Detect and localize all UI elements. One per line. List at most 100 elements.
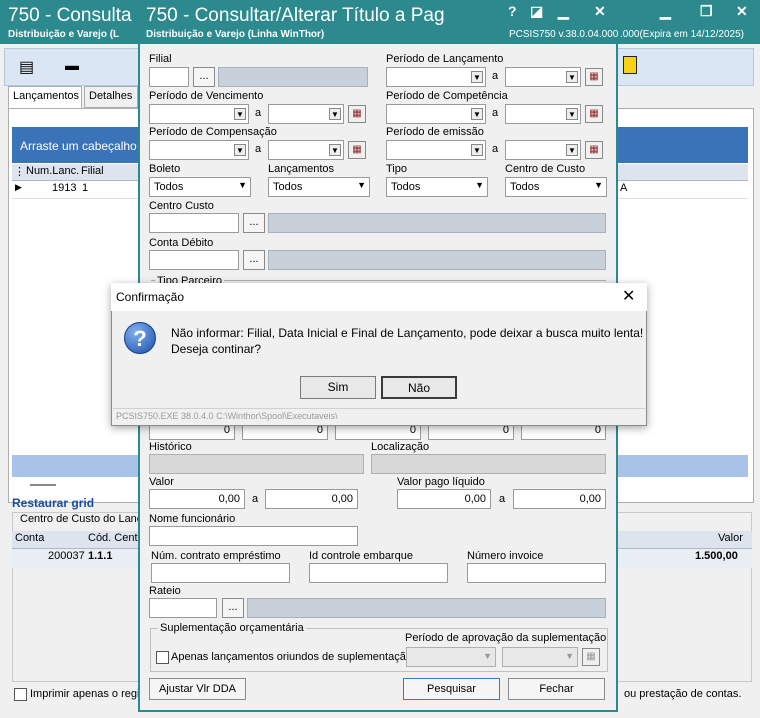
column-chooser-icon[interactable]: ⋮ <box>14 165 25 178</box>
compensacao-start-date[interactable]: ▼ <box>149 140 249 160</box>
localizacao-input[interactable] <box>371 454 606 474</box>
col-valor[interactable]: Valor <box>718 532 743 544</box>
background-title: 750 - Consulta <box>8 5 132 26</box>
lancamento-start-date[interactable]: ▼ <box>386 67 486 87</box>
rateio-lookup-button[interactable]: ... <box>222 598 244 618</box>
dropdown-icon[interactable]: ▼ <box>329 108 341 120</box>
ajustar-dda-button[interactable]: Ajustar Vlr DDA <box>149 678 246 700</box>
bg-restore-icon[interactable]: ❐ <box>700 3 713 20</box>
tab-lancamentos[interactable]: Lançamentos <box>8 86 82 108</box>
rateio-input[interactable] <box>149 598 217 618</box>
tab-detalhes[interactable]: Detalhes <box>84 86 138 108</box>
close-icon[interactable]: ✕ <box>594 3 606 20</box>
a-label: a <box>255 143 262 155</box>
aprovacao-start-date[interactable]: ▼ <box>406 647 496 667</box>
centro-de-custo-label: Centro de Custo <box>505 163 586 175</box>
valor-ate-input[interactable]: 0,00 <box>265 489 358 509</box>
a-label: a <box>252 493 259 505</box>
sim-button[interactable]: Sim <box>300 376 376 399</box>
filial-input[interactable] <box>149 67 189 87</box>
competencia-end-date[interactable]: ▼ <box>505 104 581 124</box>
id-controle-input[interactable] <box>309 563 448 583</box>
apenas-suplementacao-checkbox[interactable] <box>156 651 169 664</box>
emissao-start-date[interactable]: ▼ <box>386 140 486 160</box>
boleto-select[interactable]: Todos ▼ <box>149 177 251 197</box>
dropdown-icon[interactable]: ▼ <box>329 144 341 156</box>
dropdown-icon[interactable]: ▼ <box>566 144 578 156</box>
conta-debito-lookup-button[interactable]: ... <box>243 250 265 270</box>
emissao-end-date[interactable]: ▼ <box>505 140 581 160</box>
restore-grid-link[interactable]: Restaurar grid <box>12 496 94 510</box>
dropdown-icon[interactable]: ▼ <box>566 71 578 83</box>
dialog-message-line2: Deseja continar? <box>171 342 262 356</box>
close-icon[interactable]: ✕ <box>622 286 635 306</box>
valor-pago-ate-input[interactable]: 0,00 <box>513 489 606 509</box>
calendar-icon[interactable]: ▦ <box>585 105 603 123</box>
pesquisar-button[interactable]: Pesquisar <box>403 678 500 700</box>
export-icon[interactable]: ▤ <box>19 57 34 77</box>
restore-icon[interactable]: ◪ <box>530 3 543 20</box>
conta-debito-input[interactable] <box>149 250 239 270</box>
lancamento-end-date[interactable]: ▼ <box>505 67 581 87</box>
filter-title: 750 - Consultar/Alterar Título a Pag <box>146 5 445 26</box>
centro-de-custo-value: Todos <box>510 181 540 193</box>
dropdown-icon[interactable]: ▼ <box>234 108 246 120</box>
periodo-lancamento-label: Período de Lançamento <box>386 53 504 65</box>
col-conta[interactable]: Conta <box>15 532 44 544</box>
vencimento-start-date[interactable]: ▼ <box>149 104 249 124</box>
num-contrato-input[interactable] <box>151 563 290 583</box>
filial-lookup-button[interactable]: ... <box>193 67 215 87</box>
dropdown-icon[interactable]: ▼ <box>471 71 483 83</box>
minimize-icon[interactable]: ▁ <box>558 3 569 20</box>
group-by-hint: Arraste um cabeçalho de <box>20 139 154 153</box>
calendar-icon[interactable]: ▦ <box>585 68 603 86</box>
help-icon[interactable]: ? <box>508 3 517 19</box>
bg-minimize-icon[interactable]: ▁ <box>660 3 671 20</box>
lancamentos-select[interactable]: Todos ▼ <box>268 177 370 197</box>
historico-input[interactable] <box>149 454 364 474</box>
numero-invoice-input[interactable] <box>467 563 606 583</box>
dropdown-icon[interactable]: ▼ <box>234 144 246 156</box>
tipo-select[interactable]: Todos ▼ <box>386 177 488 197</box>
splitter-handle[interactable] <box>30 484 56 486</box>
col-filial[interactable]: Filial <box>81 165 104 177</box>
num-contrato-label: Núm. contrato empréstimo <box>151 550 281 562</box>
a-label: a <box>499 493 506 505</box>
rateio-label: Rateio <box>149 585 181 597</box>
calendar-icon[interactable]: ▦ <box>582 648 600 666</box>
fechar-button[interactable]: Fechar <box>508 678 605 700</box>
collapse-icon[interactable]: ▬ <box>65 57 79 73</box>
calendar-icon[interactable]: ▦ <box>348 105 366 123</box>
centro-custo-input[interactable] <box>149 213 239 233</box>
filial-description <box>218 67 368 87</box>
calendar-icon[interactable]: ▦ <box>585 141 603 159</box>
aprovacao-end-date[interactable]: ▼ <box>502 647 578 667</box>
compensacao-end-date[interactable]: ▼ <box>268 140 344 160</box>
dropdown-icon[interactable]: ▼ <box>471 144 483 156</box>
id-controle-label: Id controle embarque <box>309 550 413 562</box>
dialog-title: Confirmação <box>111 283 647 311</box>
rateio-description <box>247 598 606 618</box>
centro-custo-lookup-button[interactable]: ... <box>243 213 265 233</box>
centro-de-custo-select[interactable]: Todos ▼ <box>505 177 607 197</box>
dropdown-icon[interactable]: ▼ <box>566 108 578 120</box>
historico-label: Histórico <box>149 441 192 453</box>
print-checkbox[interactable] <box>14 688 27 701</box>
bg-close-icon[interactable]: ✕ <box>736 3 748 20</box>
boleto-label: Boleto <box>149 163 181 175</box>
competencia-start-date[interactable]: ▼ <box>386 104 486 124</box>
nao-button[interactable]: Não <box>381 376 457 399</box>
calendar-icon[interactable]: ▦ <box>348 141 366 159</box>
localizacao-label: Localização <box>371 441 430 453</box>
col-num-lanc[interactable]: Num.Lanc. <box>26 165 79 177</box>
valor-pago-de-input[interactable]: 0,00 <box>397 489 491 509</box>
exit-icon[interactable] <box>623 56 637 74</box>
nome-funcionario-input[interactable] <box>149 526 358 546</box>
print-label: Imprimir apenas o regis <box>30 688 145 700</box>
periodo-competencia-label: Período de Competência <box>386 90 508 102</box>
dialog-message-line1: Não informar: Filial, Data Inicial e Fin… <box>171 326 644 340</box>
dropdown-icon[interactable]: ▼ <box>471 108 483 120</box>
vencimento-end-date[interactable]: ▼ <box>268 104 344 124</box>
valor-de-input[interactable]: 0,00 <box>149 489 245 509</box>
col-cod-cent[interactable]: Cód. Cent <box>88 532 138 544</box>
